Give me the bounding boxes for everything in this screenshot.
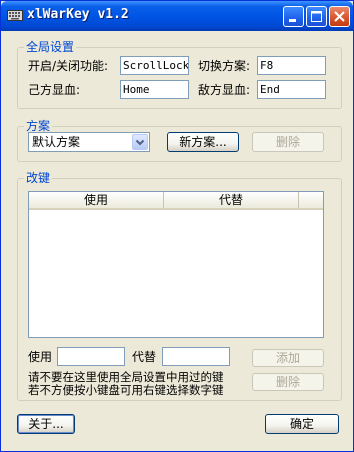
column-header-use[interactable]: 使用 — [29, 192, 164, 208]
replace-key-field[interactable] — [162, 347, 230, 366]
window-title: xlWarKey v1.2 — [27, 7, 129, 22]
delete-mapping-button[interactable]: 删除 — [252, 373, 324, 391]
ally-hp-field[interactable]: Home — [120, 80, 189, 99]
close-icon — [334, 11, 345, 22]
use-key-field[interactable] — [57, 347, 125, 366]
scheme-selected-value: 默认方案 — [32, 135, 81, 149]
keyboard-icon — [7, 10, 23, 21]
app-window: xlWarKey v1.2 全局设置 开启/关闭功能: ScrollLock 切… — [0, 0, 354, 452]
minimize-icon — [289, 19, 296, 22]
remap-list[interactable]: 使用 代替 — [28, 191, 324, 338]
switch-scheme-label: 切换方案: — [198, 59, 251, 73]
hint-line-1: 请不要在这里使用全局设置中用过的键 — [28, 370, 224, 384]
about-button[interactable]: 关于... — [17, 414, 75, 434]
maximize-icon — [311, 11, 322, 22]
toggle-hotkey-field[interactable]: ScrollLock — [120, 56, 189, 75]
new-scheme-button[interactable]: 新方案... — [167, 132, 239, 152]
replace-key-label: 代替 — [132, 350, 157, 364]
enemy-hp-label: 敌方显血: — [198, 83, 251, 97]
remap-list-header: 使用 代替 — [29, 192, 323, 210]
ally-hp-label: 己方显血: — [28, 83, 81, 97]
dropdown-arrow[interactable] — [132, 134, 148, 150]
remap-group-label: 改键 — [24, 171, 53, 185]
close-button[interactable] — [329, 6, 350, 27]
scheme-group-label: 方案 — [24, 119, 53, 133]
ok-button[interactable]: 确定 — [265, 414, 339, 434]
use-key-label: 使用 — [28, 350, 53, 364]
minimize-button[interactable] — [283, 6, 304, 27]
add-mapping-button[interactable]: 添加 — [252, 349, 324, 367]
global-settings-label: 全局设置 — [24, 40, 77, 54]
scheme-select[interactable]: 默认方案 — [28, 132, 150, 152]
column-header-replace[interactable]: 代替 — [164, 192, 299, 208]
hint-line-2: 若不方便按小键盘可用右键选择数字键 — [28, 383, 224, 397]
switch-scheme-field[interactable]: F8 — [257, 56, 326, 75]
enemy-hp-field[interactable]: End — [257, 80, 326, 99]
maximize-button[interactable] — [306, 6, 327, 27]
title-bar[interactable]: xlWarKey v1.2 — [1, 1, 353, 31]
chevron-down-icon — [135, 139, 145, 146]
delete-scheme-button[interactable]: 删除 — [252, 132, 324, 152]
toggle-label: 开启/关闭功能: — [28, 59, 109, 73]
